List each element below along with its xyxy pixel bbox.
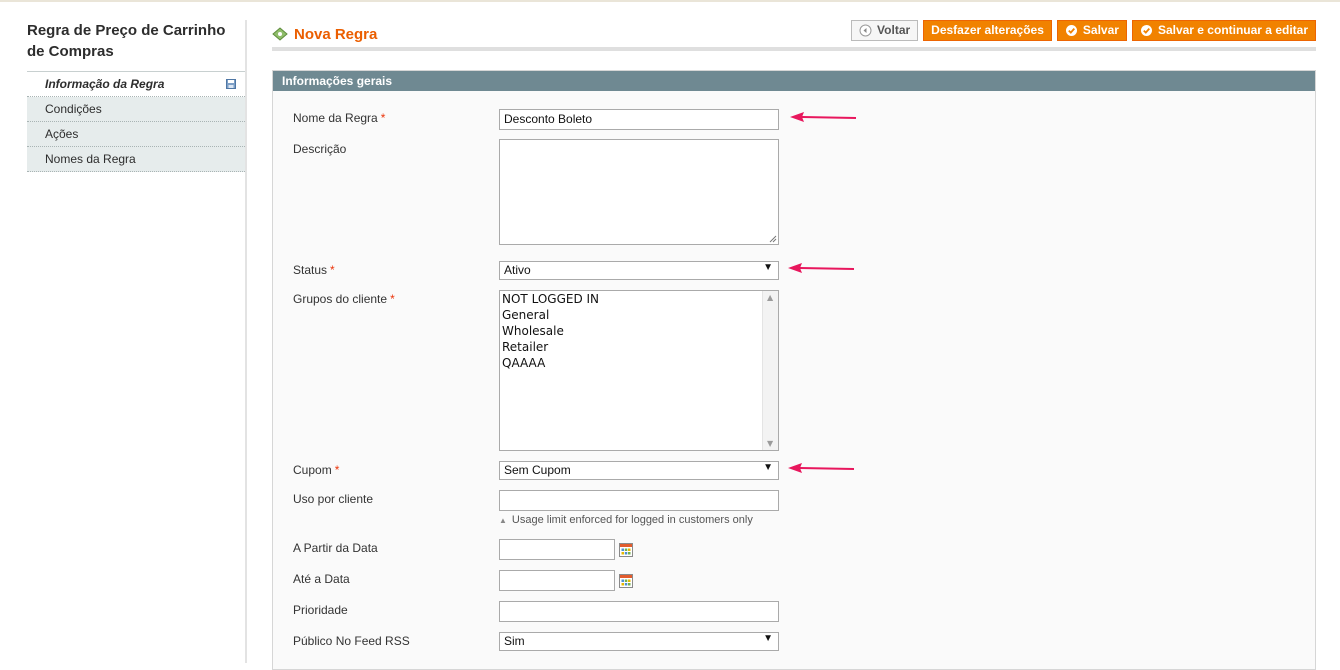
rule-name-label-text: Nome da Regra	[293, 111, 378, 125]
rss-label: Público No Feed RSS	[293, 634, 410, 648]
rss-select[interactable]: Sim ▼	[499, 632, 779, 651]
sidebar-item-label: Condições	[45, 102, 102, 116]
to-date-input[interactable]	[499, 570, 615, 591]
rss-select-value: Sim	[504, 634, 525, 648]
sidebar-title: Regra de Preço de Carrinho de Compras	[27, 22, 226, 60]
sidebar-item-actions[interactable]: Ações	[27, 122, 245, 147]
uses-per-customer-label: Uso por cliente	[293, 492, 374, 506]
from-date-input[interactable]	[499, 539, 615, 560]
save-and-continue-button-label: Salvar e continuar a editar	[1157, 23, 1308, 37]
customer-groups-label: Grupos do cliente *	[293, 292, 395, 306]
required-marker: *	[334, 463, 340, 477]
customer-group-option[interactable]: General	[500, 307, 778, 323]
sidebar: Regra de Preço de Carrinho de Compras In…	[27, 20, 247, 663]
top-rule	[0, 0, 1340, 2]
chevron-down-icon: ▼	[763, 462, 773, 473]
from-date-label: A Partir da Data	[293, 541, 378, 555]
sidebar-tabs: Informação da Regra Condições Ações Nome…	[27, 71, 245, 172]
content-header: Nova Regra Voltar Desfazer alterações Sa…	[272, 18, 1316, 51]
customer-groups-label-text: Grupos do cliente	[293, 292, 388, 306]
sidebar-item-rule-information[interactable]: Informação da Regra	[27, 72, 245, 97]
to-date-label: Até a Data	[293, 572, 350, 586]
priority-input[interactable]	[499, 601, 779, 622]
required-marker: *	[330, 263, 335, 277]
page-title: Nova Regra	[272, 26, 377, 43]
check-circle-icon	[1065, 25, 1077, 36]
triangle-up-icon: ▲	[499, 516, 507, 525]
coupon-label: Cupom *	[293, 463, 339, 477]
annotation-arrow-icon	[788, 463, 855, 473]
check-circle-icon	[1140, 25, 1152, 36]
promo-tag-icon	[272, 27, 288, 41]
save-button-label: Salvar	[1082, 23, 1119, 37]
reset-button-label: Desfazer alterações	[931, 23, 1044, 37]
fieldset-legend: Informações gerais	[273, 71, 1315, 91]
status-label-text: Status	[293, 263, 328, 277]
customer-group-option[interactable]: Wholesale	[500, 323, 778, 339]
description-label: Descrição	[293, 142, 347, 156]
resize-grip-icon[interactable]	[769, 235, 777, 243]
coupon-select[interactable]: Sem Cupom ▼	[499, 461, 779, 480]
status-select-value: Ativo	[504, 263, 531, 277]
header-buttons: Voltar Desfazer alterações Salvar Salvar…	[851, 20, 1316, 41]
annotation-arrow-icon	[788, 263, 855, 273]
description-textarea[interactable]	[499, 139, 779, 245]
rule-name-input[interactable]: Desconto Boleto	[499, 109, 779, 130]
uses-per-customer-note: ▲ Usage limit enforced for logged in cust…	[499, 514, 753, 526]
coupon-select-value: Sem Cupom	[504, 463, 571, 477]
customer-group-option[interactable]: QAAAA	[500, 355, 778, 371]
priority-label: Prioridade	[293, 603, 348, 617]
customer-group-option[interactable]: NOT LOGGED IN	[500, 291, 778, 307]
customer-groups-multiselect[interactable]: NOT LOGGED IN General Wholesale Retailer…	[499, 290, 779, 451]
sidebar-item-label: Nomes da Regra	[45, 152, 136, 166]
required-marker: *	[380, 111, 386, 125]
chevron-down-icon: ▼	[763, 633, 773, 644]
calendar-icon[interactable]	[619, 574, 633, 588]
required-marker: *	[390, 292, 395, 306]
sidebar-divider	[245, 20, 247, 663]
general-information-fieldset: Informações gerais Nome da Regra * Descon…	[272, 70, 1316, 670]
sidebar-item-label: Ações	[45, 127, 79, 141]
save-button[interactable]: Salvar	[1056, 20, 1127, 41]
reset-button[interactable]: Desfazer alterações	[923, 20, 1052, 41]
multiselect-scrollbar[interactable]: ▲ ▼	[762, 291, 778, 450]
save-and-continue-button[interactable]: Salvar e continuar a editar	[1131, 20, 1316, 41]
sidebar-item-label: Informação da Regra	[45, 77, 165, 91]
chevron-down-icon: ▼	[763, 262, 773, 273]
floppy-disk-icon	[226, 79, 236, 89]
page-title-text: Nova Regra	[294, 26, 378, 43]
sidebar-item-rule-labels[interactable]: Nomes da Regra	[27, 147, 245, 172]
annotation-arrow-icon	[790, 112, 857, 122]
calendar-icon[interactable]	[619, 543, 633, 557]
arrow-left-circle-icon	[859, 24, 872, 37]
coupon-label-text: Cupom	[293, 463, 332, 477]
uses-per-customer-input[interactable]	[499, 490, 779, 511]
customer-group-option[interactable]: Retailer	[500, 339, 778, 355]
uses-per-customer-note-text: Usage limit enforced for logged in custo…	[511, 514, 753, 526]
status-label: Status *	[293, 263, 335, 277]
scroll-up-icon[interactable]: ▲	[767, 293, 773, 302]
scroll-down-icon[interactable]: ▼	[767, 439, 773, 448]
status-select[interactable]: Ativo ▼	[499, 261, 779, 280]
back-button[interactable]: Voltar	[851, 20, 919, 41]
back-button-label: Voltar	[877, 23, 911, 37]
rule-name-label: Nome da Regra *	[293, 111, 385, 125]
sidebar-item-conditions[interactable]: Condições	[27, 97, 245, 122]
